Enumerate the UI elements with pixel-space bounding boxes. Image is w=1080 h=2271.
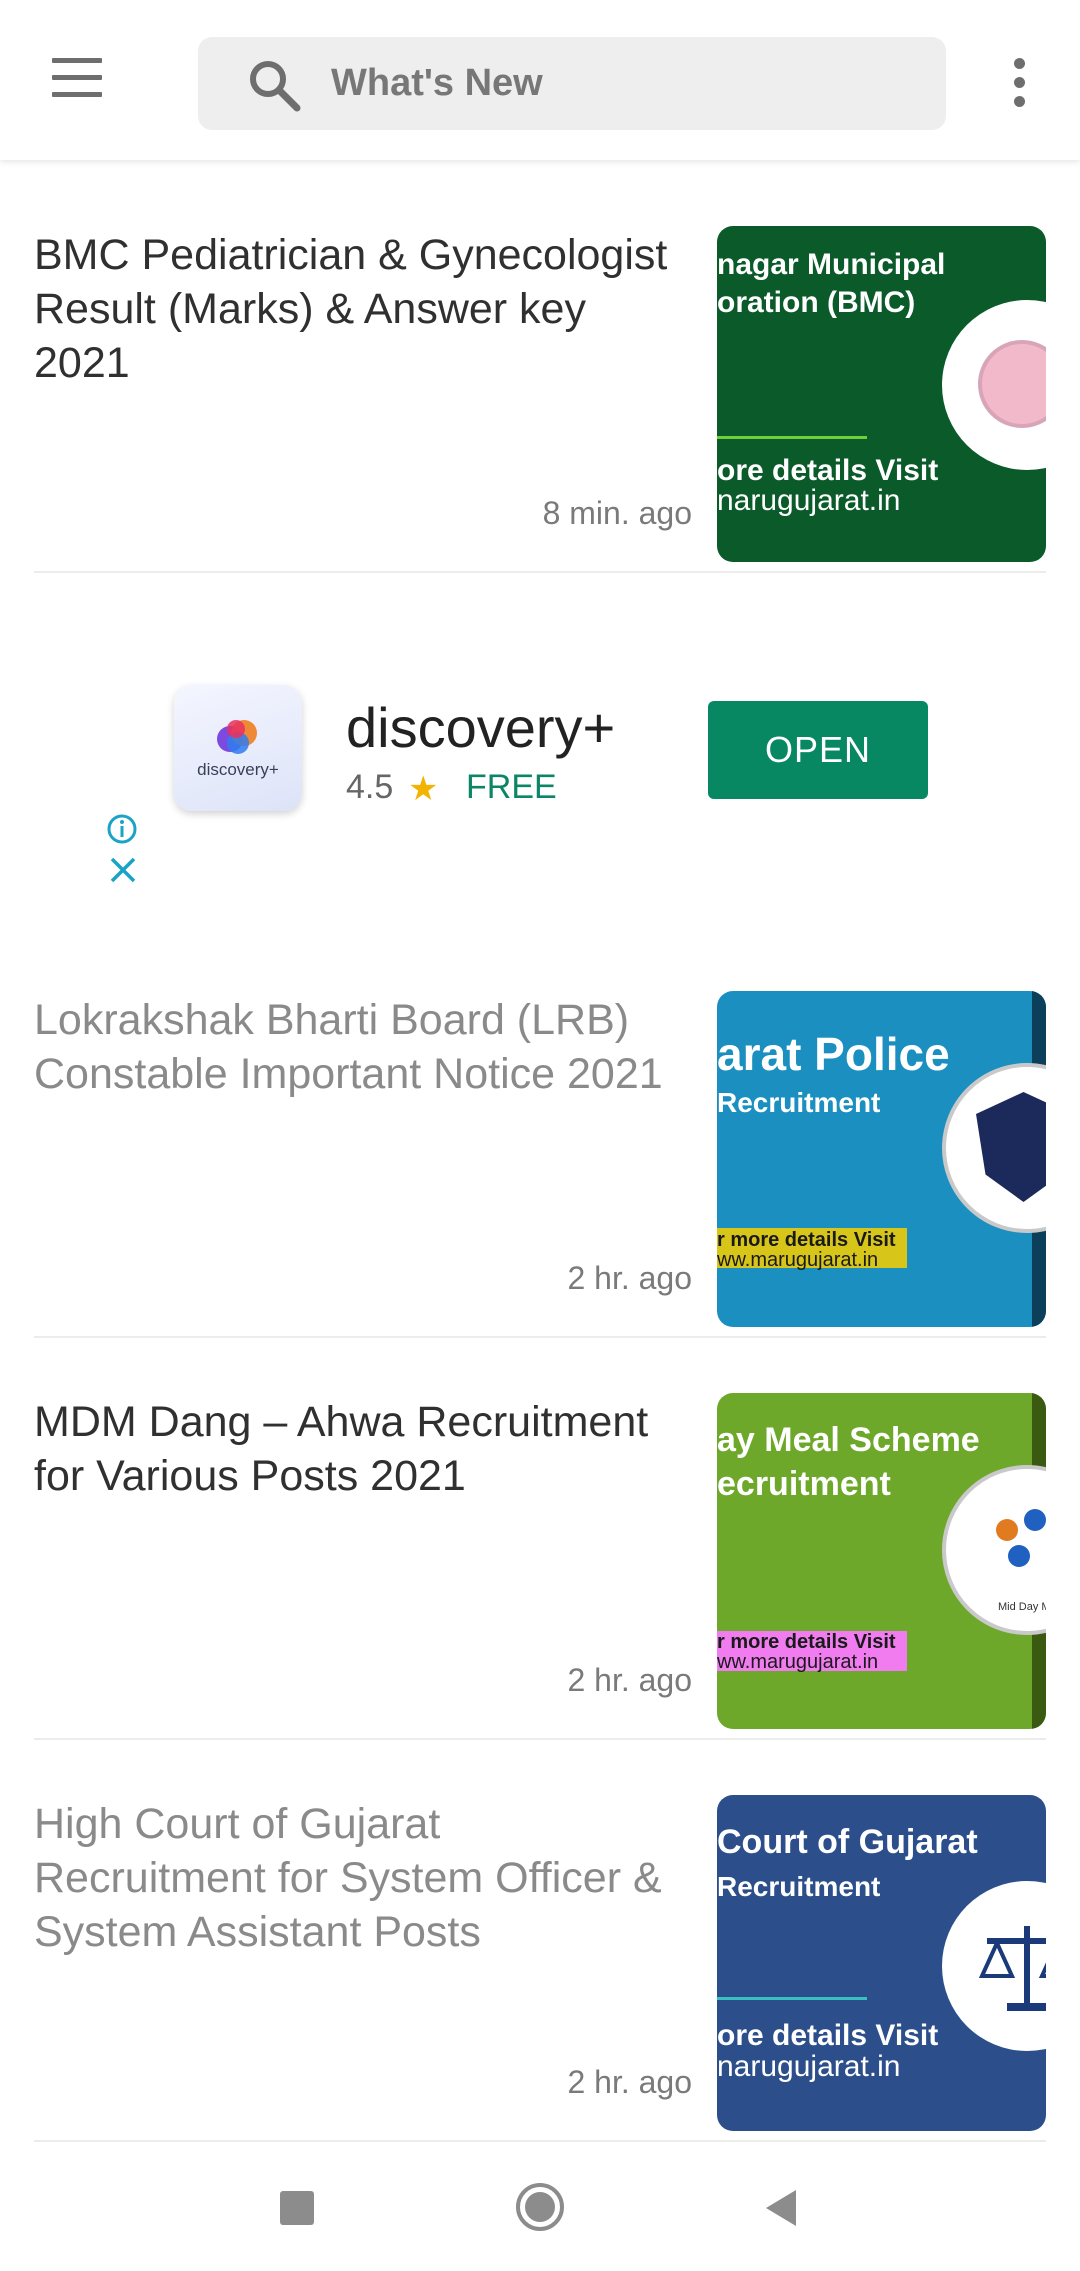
divider [34, 571, 1046, 573]
article-time: 2 hr. ago [567, 1260, 692, 1296]
article-time: 2 hr. ago [567, 1662, 692, 1698]
article-title: Lokrakshak Bharti Board (LRB) Constable … [34, 996, 663, 1098]
article-item[interactable]: MDM Dang – Ahwa Recruitment for Various … [34, 1393, 1046, 1767]
article-thumbnail: Court of Gujarat Recruitment ore details… [717, 1795, 1046, 2131]
ad-price: FREE [466, 768, 557, 806]
divider [34, 2140, 1046, 2142]
mid-day-meal-logo: Mid Day Me [942, 1465, 1046, 1635]
system-nav-bar [0, 2150, 1080, 2271]
search-icon [250, 61, 301, 112]
article-thumbnail: nagar Municipal oration (BMC) ore detail… [717, 226, 1046, 562]
article-thumbnail: arat Police Recruitment r more details V… [717, 991, 1046, 1327]
bmc-logo [942, 300, 1046, 470]
divider [34, 1336, 1046, 1338]
article-title: MDM Dang – Ahwa Recruitment for Various … [34, 1398, 649, 1500]
search-bar[interactable]: What's New [198, 37, 946, 130]
info-icon[interactable] [106, 813, 138, 845]
article-thumbnail: ay Meal Scheme ecruitment Mid Day Me r m… [717, 1393, 1046, 1729]
ad-rating: 4.5 [346, 768, 394, 806]
article-title: High Court of Gujarat Recruitment for Sy… [34, 1800, 662, 1956]
app-toolbar: What's New [0, 0, 1080, 160]
scales-of-justice-logo [942, 1881, 1046, 2051]
ad-app-name: discovery+ [346, 696, 616, 759]
close-icon[interactable] [108, 855, 138, 885]
star-icon: ★ [408, 770, 439, 808]
more-vert-icon[interactable] [1003, 58, 1035, 110]
article-title: BMC Pediatrician & Gynecologist Result (… [34, 231, 668, 387]
ad-open-button[interactable]: OPEN [708, 701, 928, 799]
divider [34, 1738, 1046, 1740]
ad-banner[interactable]: discovery+ discovery+ 4.5 ★ FREE OPEN [0, 575, 1080, 905]
article-item[interactable]: Lokrakshak Bharti Board (LRB) Constable … [34, 991, 1046, 1365]
home-circle-icon[interactable] [514, 2181, 566, 2233]
square-icon[interactable] [280, 2191, 314, 2225]
article-time: 8 min. ago [542, 495, 692, 531]
discovery-app-logo: discovery+ [174, 685, 302, 811]
article-time: 2 hr. ago [567, 2064, 692, 2100]
menu-icon[interactable] [46, 58, 108, 108]
police-badge-logo [942, 1063, 1046, 1233]
search-placeholder: What's New [331, 62, 543, 104]
article-item[interactable]: BMC Pediatrician & Gynecologist Result (… [34, 226, 1046, 600]
back-triangle-icon[interactable] [762, 2188, 800, 2228]
article-item[interactable]: High Court of Gujarat Recruitment for Sy… [34, 1795, 1046, 2169]
